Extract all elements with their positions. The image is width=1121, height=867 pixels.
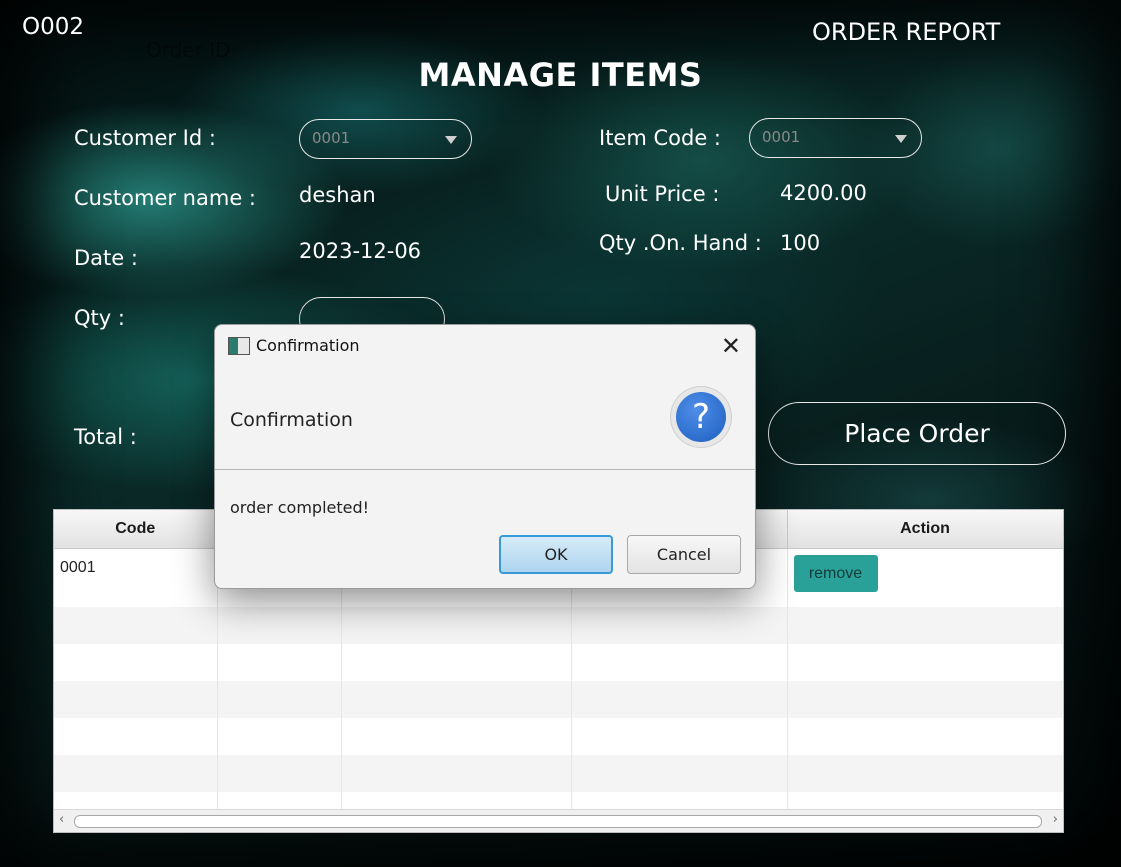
close-icon[interactable]: ✕ xyxy=(721,332,741,360)
unit-price-label: Unit Price : xyxy=(605,182,720,206)
cancel-button[interactable]: Cancel xyxy=(627,535,741,574)
order-report-link[interactable]: ORDER REPORT xyxy=(812,18,1000,46)
chevron-down-icon xyxy=(895,135,907,143)
order-id-value: O002 xyxy=(22,14,85,40)
dialog-window-title: Confirmation xyxy=(256,336,360,355)
remove-button[interactable]: remove xyxy=(793,555,878,592)
scroll-right-icon[interactable]: › xyxy=(1053,812,1058,827)
table-row-empty xyxy=(54,607,1063,644)
customer-name-label: Customer name : xyxy=(74,186,256,210)
qty-label: Qty : xyxy=(74,306,125,330)
table-row-empty xyxy=(54,718,1063,755)
qty-on-hand-value: 100 xyxy=(780,231,821,255)
date-label: Date : xyxy=(74,246,138,270)
horizontal-scrollbar[interactable]: ‹ › xyxy=(54,809,1063,832)
customer-id-label: Customer Id : xyxy=(74,126,216,150)
table-row-empty xyxy=(54,755,1063,792)
column-header-action[interactable]: Action xyxy=(787,510,1063,549)
scrollbar-thumb[interactable] xyxy=(74,815,1042,828)
dialog-header: Confirmation ? xyxy=(215,367,755,470)
item-code-combobox[interactable]: 0001 xyxy=(749,118,922,158)
column-header-code[interactable]: Code xyxy=(54,510,218,549)
cell-action: remove xyxy=(787,548,1063,607)
ok-button[interactable]: OK xyxy=(499,535,613,574)
cell-code: 0001 xyxy=(54,548,218,607)
item-code-label: Item Code : xyxy=(599,126,721,150)
dialog-titlebar[interactable]: Confirmation ✕ xyxy=(215,325,755,367)
place-order-button[interactable]: Place Order xyxy=(768,402,1066,465)
app-window-icon xyxy=(228,337,250,355)
page-title: MANAGE ITEMS xyxy=(418,56,703,94)
qty-on-hand-label: Qty .On. Hand : xyxy=(599,231,762,255)
customer-name-value: deshan xyxy=(299,183,376,207)
chevron-down-icon xyxy=(445,136,457,144)
scroll-left-icon[interactable]: ‹ xyxy=(59,812,64,827)
unit-price-value: 4200.00 xyxy=(780,181,867,205)
customer-id-combobox[interactable]: 0001 xyxy=(299,119,472,159)
dialog-header-text: Confirmation xyxy=(230,409,353,431)
customer-id-selected: 0001 xyxy=(312,129,351,147)
confirmation-dialog: Confirmation ✕ Confirmation ? order comp… xyxy=(214,324,756,589)
total-label: Total : xyxy=(74,425,137,449)
item-code-selected: 0001 xyxy=(762,128,801,146)
date-value: 2023-12-06 xyxy=(299,239,422,263)
table-row-empty xyxy=(54,644,1063,681)
table-row-empty xyxy=(54,681,1063,718)
question-icon: ? xyxy=(671,387,731,447)
dialog-message: order completed! xyxy=(230,498,370,517)
